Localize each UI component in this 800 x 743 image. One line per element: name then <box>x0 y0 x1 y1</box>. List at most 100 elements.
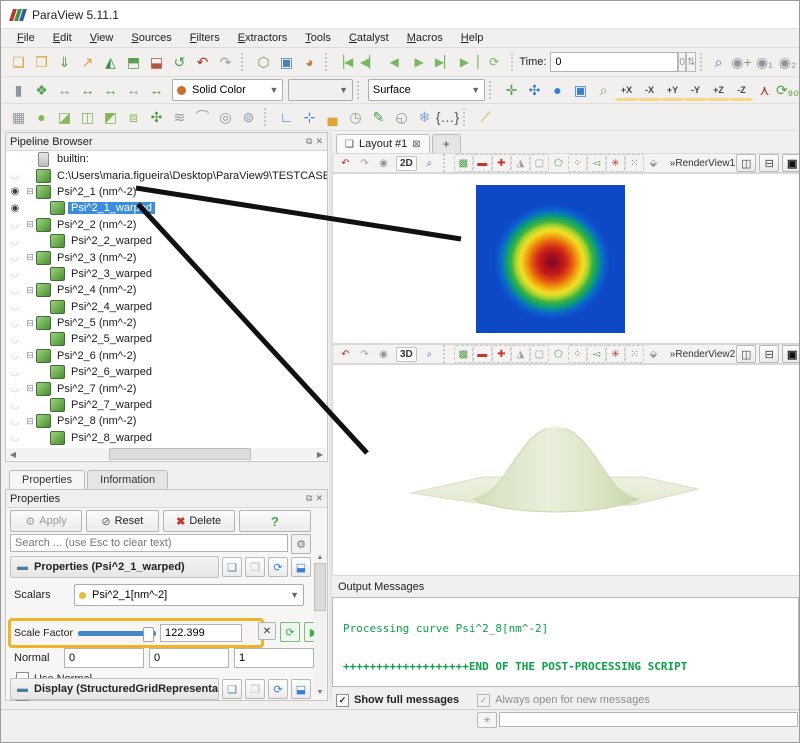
pipeline-item-label[interactable]: Psi^2_1 (nm^-2) <box>54 186 139 198</box>
calculator-icon[interactable]: ▦ <box>7 106 30 128</box>
auto-apply-icon[interactable]: ⬡ <box>252 51 275 73</box>
pipeline-item[interactable]: ◡⊟ Psi^2_4 (nm^-2) <box>6 282 327 298</box>
visibility-eye-icon[interactable]: ◉ <box>6 186 24 197</box>
select-frustum-cells-icon[interactable]: ✚ <box>492 345 511 363</box>
pipeline-item[interactable]: ◡Psi^2_3_warped <box>6 266 327 282</box>
stream-tracer-icon[interactable]: ≋ <box>168 106 191 128</box>
pipeline-item-label[interactable]: C:\Users\maria.figueira\Desktop\ParaView… <box>54 170 327 182</box>
camera-redo-icon[interactable]: ↷ <box>355 345 374 363</box>
redo-icon[interactable]: ↷ <box>214 51 237 73</box>
copy-display-icon[interactable]: ❏ <box>222 679 242 699</box>
undock-icon[interactable]: ⧉ <box>306 136 312 147</box>
isometric-view-icon[interactable]: ⋏ <box>753 79 776 101</box>
next-frame-icon[interactable]: ▶▏ <box>432 51 457 73</box>
new-layout-tab[interactable]: + <box>432 134 461 153</box>
zoom-interactive-icon[interactable]: ⌕ <box>420 345 439 363</box>
interactive-select-points-icon[interactable]: ✳ <box>606 154 625 172</box>
reset-session-icon[interactable]: ↺ <box>168 51 191 73</box>
scroll-right-icon[interactable]: ▶ <box>314 450 326 459</box>
probe-location-icon[interactable]: ⊹ <box>298 106 321 128</box>
gear-icon[interactable]: ⚙ <box>291 534 311 554</box>
view-plus-z-icon[interactable]: +Z <box>707 79 730 101</box>
visibility-eye-icon[interactable]: ◡ <box>6 285 24 296</box>
visibility-eye-icon[interactable]: ◡ <box>6 367 24 378</box>
pipeline-item-label[interactable]: Psi^2_8_warped <box>68 432 155 444</box>
renderview1-canvas[interactable] <box>332 173 800 344</box>
add-camera-icon[interactable]: ◉+ <box>730 51 753 73</box>
properties-section-header[interactable]: ▬Properties (Psi^2_1_warped) <box>10 556 219 578</box>
pipeline-item-label[interactable]: Psi^2_3_warped <box>68 268 155 280</box>
plot-data-icon[interactable]: ✎ <box>367 106 390 128</box>
view-minus-z-icon[interactable]: -Z <box>730 79 753 101</box>
camera-undo-icon[interactable]: ↶ <box>336 154 355 172</box>
pipeline-item-label[interactable]: Psi^2_7 (nm^-2) <box>54 383 139 395</box>
tab-properties[interactable]: Properties <box>9 470 85 489</box>
pipeline-item-label[interactable]: Psi^2_4 (nm^-2) <box>54 284 139 296</box>
search-input[interactable] <box>10 534 288 552</box>
select-cells-on-surface-icon[interactable]: ▩ <box>454 345 473 363</box>
select-frustum-points-icon[interactable]: ◮ <box>511 345 530 363</box>
toggle-color-legend-icon[interactable]: ▮ <box>7 79 30 101</box>
save-file-icon[interactable]: ❐ <box>30 51 53 73</box>
histogram-icon[interactable]: ▄ <box>321 106 344 128</box>
pipeline-item[interactable]: ◡Psi^2_5_warped <box>6 331 327 347</box>
select-polygon-points-icon[interactable]: ⬠ <box>549 154 568 172</box>
pipeline-item-label[interactable]: Psi^2_1_warped <box>68 202 155 214</box>
loop-icon[interactable]: ⟳ <box>482 51 507 73</box>
view-minus-x-icon[interactable]: -X <box>638 79 661 101</box>
pipeline-item[interactable]: ◉Psi^2_1_warped <box>6 200 327 216</box>
scroll-left-icon[interactable]: ◀ <box>7 450 19 459</box>
pipeline-item[interactable]: ◉⊟Psi^2_1 (nm^-2) <box>6 184 327 200</box>
maximize-view-button[interactable]: ▣ <box>782 345 800 363</box>
delete-button[interactable]: ✖Delete <box>163 510 235 532</box>
close-icon[interactable]: ✕ <box>315 493 323 504</box>
reset-display-icon[interactable]: ⟳ <box>268 679 288 699</box>
reset-defaults-icon[interactable]: ⟳ <box>268 557 288 577</box>
play-icon[interactable]: ▶ <box>407 51 432 73</box>
pipeline-item-label[interactable]: Psi^2_2 (nm^-2) <box>54 219 139 231</box>
warp-by-vector-icon[interactable]: ⌒ <box>191 106 214 128</box>
copy-properties-icon[interactable]: ❏ <box>222 557 242 577</box>
scale-factor-slider[interactable] <box>78 626 156 640</box>
pipeline-item[interactable]: ◡⊟Psi^2_8 (nm^-2) <box>6 413 327 429</box>
select-points-on-surface-icon[interactable]: ▬ <box>473 345 492 363</box>
pipeline-item[interactable]: ◡⊟Psi^2_7 (nm^-2) <box>6 380 327 396</box>
normal-z-input[interactable] <box>234 648 314 668</box>
reset-camera-icon[interactable]: ✛ <box>500 79 523 101</box>
select-polygon-points-icon[interactable]: ⬠ <box>549 345 568 363</box>
expand-collapse-icon[interactable]: ⊟ <box>24 285 36 296</box>
connect-server-icon[interactable]: ⬒ <box>122 51 145 73</box>
hover-cells-tooltip-icon[interactable]: ⬙ <box>644 154 663 172</box>
scalars-combobox[interactable]: Psi^2_1[nm^-2] ▼ <box>74 584 304 606</box>
expand-collapse-icon[interactable]: ⊟ <box>24 219 36 230</box>
rescale-all-timesteps-icon[interactable]: ↔ <box>145 79 168 101</box>
rescale-custom-range-icon[interactable]: ↔ <box>53 79 76 101</box>
plot-selection-over-time-icon[interactable]: ◵ <box>390 106 413 128</box>
last-frame-icon[interactable]: ▶▕ <box>457 51 482 73</box>
paste-display-icon[interactable]: ❐ <box>245 679 265 699</box>
apply-button[interactable]: ⚙Apply <box>10 510 82 532</box>
visibility-eye-icon[interactable]: ◡ <box>6 416 24 427</box>
expand-collapse-icon[interactable]: ⊟ <box>24 350 36 361</box>
close-tab-icon[interactable]: ⊠ <box>412 139 420 150</box>
pipeline-item-label[interactable]: Psi^2_4_warped <box>68 301 155 313</box>
abort-icon[interactable]: ✳ <box>477 712 497 728</box>
first-frame-icon[interactable]: ▕◀ <box>332 51 357 73</box>
zoom-closest-to-data-icon[interactable]: ✣ <box>523 79 546 101</box>
pipeline-item-label[interactable]: Psi^2_3 (nm^-2) <box>54 252 139 264</box>
camera-redo-icon[interactable]: ↷ <box>355 154 374 172</box>
paste-properties-icon[interactable]: ❐ <box>245 557 265 577</box>
representation-combobox[interactable]: Surface ▼ <box>368 79 485 101</box>
checkbox-checked-icon[interactable]: ✓ <box>477 694 490 707</box>
menu-filters[interactable]: Filters <box>182 30 228 46</box>
undo-icon[interactable]: ↶ <box>191 51 214 73</box>
tab-information[interactable]: Information <box>87 470 168 489</box>
visibility-eye-icon[interactable]: ◡ <box>6 236 24 247</box>
menu-help[interactable]: Help <box>453 30 492 46</box>
rescale-to-data-range-icon[interactable]: ↔ <box>76 79 99 101</box>
menu-sources[interactable]: Sources <box>123 30 179 46</box>
select-frustum-points-icon[interactable]: ◮ <box>511 154 530 172</box>
view-minus-y-icon[interactable]: -Y <box>684 79 707 101</box>
color-by-combobox[interactable]: Solid Color ▼ <box>172 79 283 101</box>
menu-view[interactable]: View <box>82 30 122 46</box>
